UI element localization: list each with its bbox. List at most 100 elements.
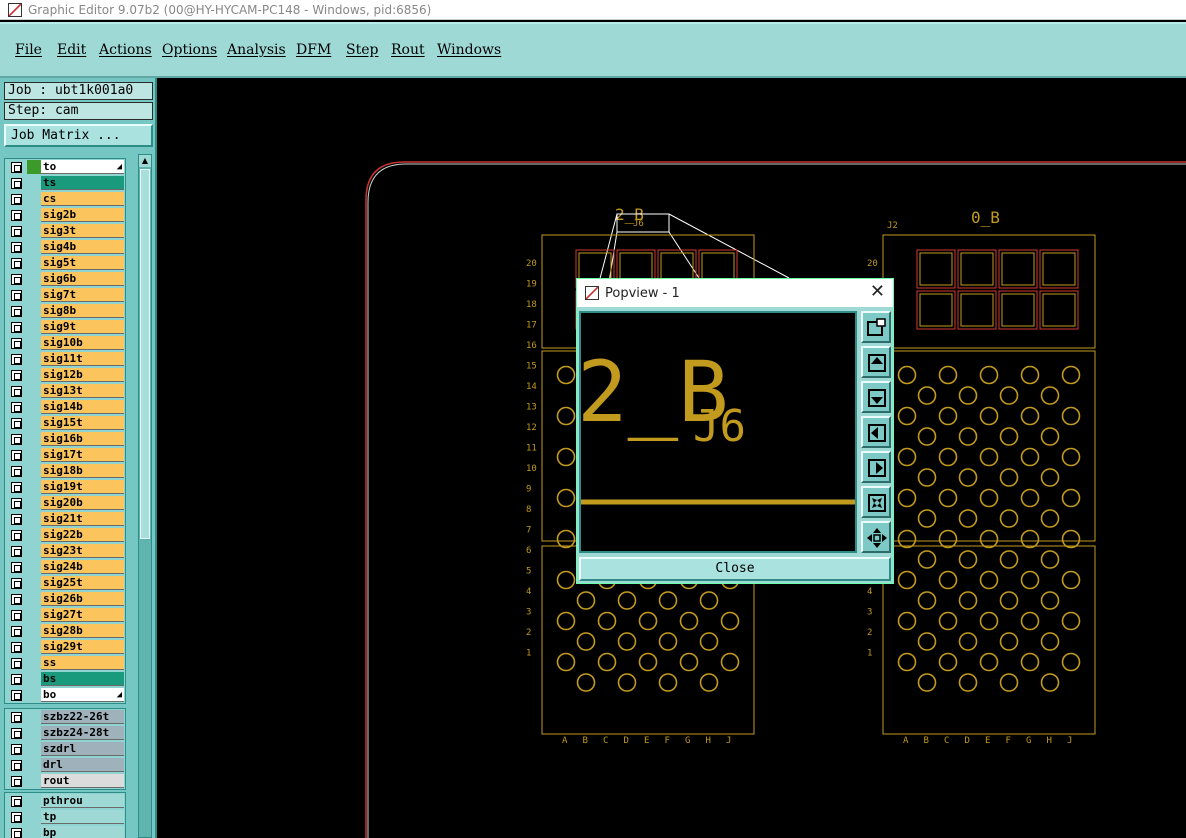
layer-checkbox[interactable]	[11, 594, 22, 605]
layer-name[interactable]: sig18b	[41, 464, 124, 478]
layer-row-sig10b[interactable]: sig10b	[5, 335, 125, 351]
layer-name[interactable]: sig26b	[41, 592, 124, 606]
layer-checkbox[interactable]	[11, 498, 22, 509]
layer-row-sig17t[interactable]: sig17t	[5, 447, 125, 463]
layer-row-sig13t[interactable]: sig13t	[5, 383, 125, 399]
layer-name[interactable]: sig7t	[41, 288, 124, 302]
layer-name[interactable]: bo ◢	[41, 688, 124, 702]
layer-row-sig8b[interactable]: sig8b	[5, 303, 125, 319]
layer-row-sig9t[interactable]: sig9t	[5, 319, 125, 335]
menu-step[interactable]: Step	[346, 42, 378, 58]
layer-checkbox[interactable]	[11, 242, 22, 253]
menu-rout[interactable]: Rout	[391, 42, 425, 58]
layer-name[interactable]: sig10b	[41, 336, 124, 350]
layer-row-ss[interactable]: ss	[5, 655, 125, 671]
layer-row-sig3t[interactable]: sig3t	[5, 223, 125, 239]
layer-row-sig2b[interactable]: sig2b	[5, 207, 125, 223]
layer-row-bo[interactable]: bo ◢	[5, 687, 125, 703]
scroll-up-icon[interactable]: ▲	[139, 155, 151, 167]
layer-row-sig24b[interactable]: sig24b	[5, 559, 125, 575]
layer-checkbox[interactable]	[11, 434, 22, 445]
job-matrix-button[interactable]: Job Matrix ...	[4, 124, 153, 147]
layer-row-sig12b[interactable]: sig12b	[5, 367, 125, 383]
layer-row-sig19t[interactable]: sig19t	[5, 479, 125, 495]
layer-name[interactable]: sig3t	[41, 224, 124, 238]
layer-name[interactable]: sig6b	[41, 272, 124, 286]
layer-name[interactable]: sig11t	[41, 352, 124, 366]
layer-checkbox[interactable]	[11, 386, 22, 397]
layer-name[interactable]: ss	[41, 656, 124, 670]
layer-scrollbar[interactable]: ▲	[138, 154, 152, 838]
layer-name[interactable]: ts	[41, 176, 124, 190]
zoom-out-button[interactable]	[861, 521, 891, 553]
layer-checkbox[interactable]	[11, 812, 22, 823]
zoom-home-button[interactable]	[861, 311, 891, 343]
layer-row-sig5t[interactable]: sig5t	[5, 255, 125, 271]
layer-name[interactable]: sig17t	[41, 448, 124, 462]
layer-name[interactable]: sig8b	[41, 304, 124, 318]
layer-checkbox[interactable]	[11, 178, 22, 189]
layer-checkbox[interactable]	[11, 658, 22, 669]
layer-row-sig16b[interactable]: sig16b	[5, 431, 125, 447]
layer-name[interactable]: rout	[41, 774, 124, 788]
popview-close-button[interactable]: Close	[579, 557, 891, 581]
pan-down-button[interactable]	[861, 381, 891, 413]
layer-row-sig6b[interactable]: sig6b	[5, 271, 125, 287]
layer-name[interactable]: sig25t	[41, 576, 124, 590]
layer-name[interactable]: szdrl	[41, 742, 124, 756]
layer-row-ts[interactable]: ts	[5, 175, 125, 191]
layer-name[interactable]: sig23t	[41, 544, 124, 558]
layer-row-sig4b[interactable]: sig4b	[5, 239, 125, 255]
layer-checkbox[interactable]	[11, 578, 22, 589]
layer-checkbox[interactable]	[11, 562, 22, 573]
layer-name[interactable]: cs	[41, 192, 124, 206]
layer-checkbox[interactable]	[11, 322, 22, 333]
layer-row-sig14b[interactable]: sig14b	[5, 399, 125, 415]
layer-checkbox[interactable]	[11, 760, 22, 771]
layer-checkbox[interactable]	[11, 728, 22, 739]
scroll-thumb[interactable]	[140, 169, 150, 539]
layer-checkbox[interactable]	[11, 796, 22, 807]
layer-name[interactable]: szbz24-28t	[41, 726, 124, 740]
layer-checkbox[interactable]	[11, 226, 22, 237]
layer-checkbox[interactable]	[11, 712, 22, 723]
layer-menu-icon[interactable]: ◢	[117, 160, 122, 173]
menu-file[interactable]: File	[15, 42, 42, 58]
layer-row-szdrl[interactable]: szdrl	[5, 741, 125, 757]
zoom-in-button[interactable]	[861, 486, 891, 518]
layer-name[interactable]: bs	[41, 672, 124, 686]
layer-row-sig11t[interactable]: sig11t	[5, 351, 125, 367]
layer-name[interactable]: sig2b	[41, 208, 124, 222]
layer-row-sig27t[interactable]: sig27t	[5, 607, 125, 623]
layer-row-bs[interactable]: bs	[5, 671, 125, 687]
layer-name[interactable]: sig5t	[41, 256, 124, 270]
layer-row-sig20b[interactable]: sig20b	[5, 495, 125, 511]
layer-row-bp[interactable]: bp	[5, 825, 125, 838]
popview-zoom-area[interactable]: 2_B J6	[577, 311, 857, 553]
menu-windows[interactable]: Windows	[437, 42, 501, 58]
layer-name[interactable]: sig28b	[41, 624, 124, 638]
layer-checkbox[interactable]	[11, 306, 22, 317]
layer-row-sig29t[interactable]: sig29t	[5, 639, 125, 655]
layer-name[interactable]: sig16b	[41, 432, 124, 446]
layer-checkbox[interactable]	[11, 482, 22, 493]
close-icon[interactable]: ✕	[870, 282, 885, 302]
layer-name[interactable]: to ◢	[41, 160, 124, 174]
layer-checkbox[interactable]	[11, 530, 22, 541]
layer-name[interactable]: sig20b	[41, 496, 124, 510]
layer-checkbox[interactable]	[11, 610, 22, 621]
layer-checkbox[interactable]	[11, 466, 22, 477]
layer-checkbox[interactable]	[11, 338, 22, 349]
layer-row-sig25t[interactable]: sig25t	[5, 575, 125, 591]
layer-name[interactable]: sig15t	[41, 416, 124, 430]
layer-name[interactable]: sig24b	[41, 560, 124, 574]
layer-name[interactable]: sig29t	[41, 640, 124, 654]
layer-checkbox[interactable]	[11, 194, 22, 205]
layer-checkbox[interactable]	[11, 402, 22, 413]
layer-row-szbz22-26t[interactable]: szbz22-26t	[5, 709, 125, 725]
pan-left-button[interactable]	[861, 416, 891, 448]
layer-row-sig22b[interactable]: sig22b	[5, 527, 125, 543]
layer-row-sig21t[interactable]: sig21t	[5, 511, 125, 527]
layer-checkbox[interactable]	[11, 546, 22, 557]
layer-row-szbz24-28t[interactable]: szbz24-28t	[5, 725, 125, 741]
